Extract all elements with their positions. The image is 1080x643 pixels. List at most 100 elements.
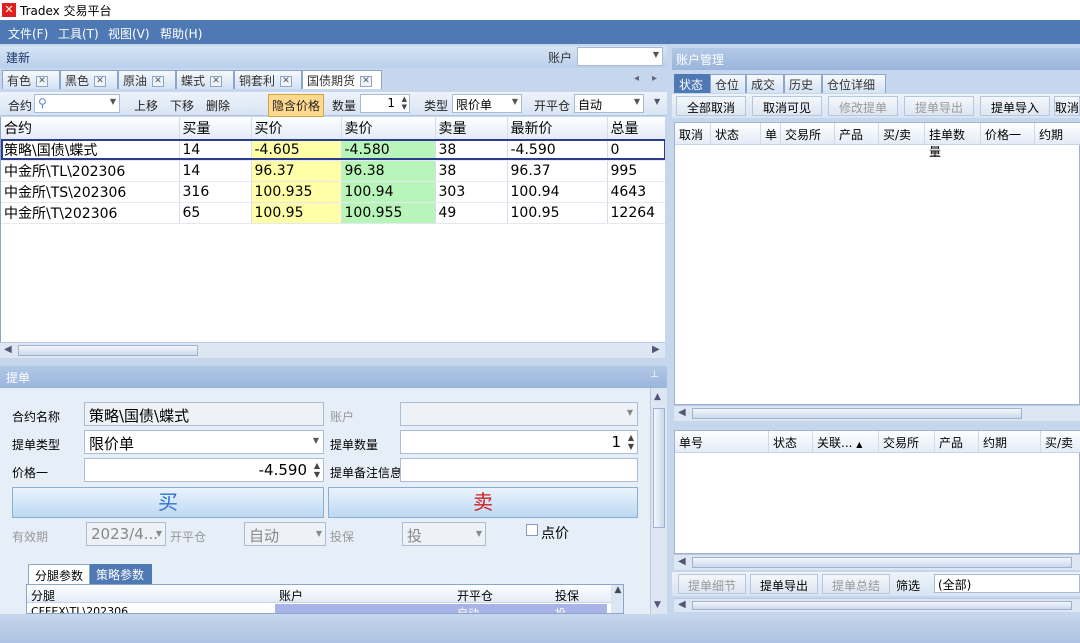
scroll-thumb[interactable] xyxy=(692,557,1072,568)
cell-ask-price[interactable]: -4.580 xyxy=(341,139,436,161)
table-row[interactable]: 中金所\T\202306 65 100.95 100.955 49 100.95… xyxy=(1,202,665,224)
ord-col-product[interactable]: 产品 xyxy=(835,123,879,145)
tab-crude[interactable]: 原油 ✕ xyxy=(118,70,176,89)
table-row[interactable]: CFFEX\TL\202306 自动 投 xyxy=(27,604,607,613)
orders-hscrollbar[interactable]: ◀ xyxy=(674,405,1080,421)
order-oc-select[interactable]: 自动 ▼ xyxy=(244,522,326,546)
scroll-left-icon[interactable]: ◀ xyxy=(678,407,686,418)
table-row[interactable]: 中金所\TS\202306 316 100.935 100.94 303 100… xyxy=(1,181,665,203)
ord-col-order[interactable]: 单 xyxy=(761,123,781,145)
tab-nonferrous[interactable]: 有色 ✕ xyxy=(2,70,60,89)
scroll-thumb[interactable] xyxy=(692,408,1022,419)
move-down-button[interactable]: 下移 xyxy=(170,97,194,114)
quote-grid-hscrollbar[interactable]: ◀ ▶ xyxy=(0,342,665,358)
cell-bid-price[interactable]: 96.37 xyxy=(251,160,342,182)
import-orders-button[interactable]: 提单导入 xyxy=(980,96,1050,116)
validity-select[interactable]: 2023/4... ▼ xyxy=(86,522,166,546)
ord-col-side[interactable]: 买/卖 xyxy=(879,123,925,145)
tab-scroll-right-icon[interactable]: ▸ xyxy=(652,73,657,84)
modify-order-button[interactable]: 修改提单 xyxy=(828,96,898,116)
leg-scroll-up-icon[interactable]: ▲ xyxy=(611,585,623,613)
open-close-select[interactable]: 自动 ▼ xyxy=(574,94,644,113)
ord-col-exchange[interactable]: 交易所 xyxy=(781,123,835,145)
buy-button[interactable]: 买 xyxy=(12,487,324,518)
contract-name-field[interactable]: 策略\国债\蝶式 xyxy=(84,402,324,426)
tab-ferrous[interactable]: 黑色 ✕ xyxy=(60,70,118,89)
scroll-left-icon[interactable]: ◀ xyxy=(678,556,686,567)
order-note-input[interactable] xyxy=(400,458,638,482)
menu-file[interactable]: 文件(F) xyxy=(8,25,48,42)
cancel-all-button[interactable]: 全部取消 xyxy=(676,96,746,116)
col-bid-qty[interactable]: 买量 xyxy=(179,117,252,140)
table-row[interactable]: 中金所\TL\202306 14 96.37 96.38 38 96.37 99… xyxy=(1,160,665,182)
cell-bid-price[interactable]: 100.935 xyxy=(251,181,342,203)
menu-help[interactable]: 帮助(H) xyxy=(160,25,202,42)
col-volume[interactable]: 总量 xyxy=(607,117,665,140)
close-icon[interactable]: ✕ xyxy=(94,76,107,87)
ord-col-working-qty[interactable]: 挂单数量 xyxy=(925,123,981,159)
close-icon[interactable]: ✕ xyxy=(36,76,49,87)
scroll-thumb[interactable] xyxy=(653,408,665,528)
tab-strategy-params[interactable]: 策略参数 xyxy=(90,564,152,584)
tab-scroll-left-icon[interactable]: ◂ xyxy=(634,73,639,84)
ord-col-price1[interactable]: 价格一 xyxy=(981,123,1035,145)
order-qty-stepper[interactable]: 1 ▲ ▼ xyxy=(400,430,638,454)
scroll-up-icon[interactable]: ▲ xyxy=(654,392,661,402)
det-col-status[interactable]: 状态 xyxy=(769,431,813,453)
ord-col-expiry[interactable]: 约期 xyxy=(1035,123,1080,145)
close-icon[interactable]: ✕ xyxy=(360,76,373,87)
contract-search-input[interactable]: ⚲ ▼ xyxy=(34,94,120,113)
cancel-button[interactable]: 取消 xyxy=(1054,96,1080,116)
tab-butterfly[interactable]: 蝶式 ✕ xyxy=(176,70,234,89)
tab-position-detail[interactable]: 仓位详细 xyxy=(822,74,886,93)
det-col-product[interactable]: 产品 xyxy=(935,431,979,453)
detail-hscrollbar[interactable]: ◀ xyxy=(674,554,1080,570)
tab-position[interactable]: 仓位 xyxy=(710,74,746,93)
point-price-checkbox[interactable] xyxy=(526,524,538,536)
price-stepper[interactable]: -4.590 ▲ ▼ xyxy=(84,458,324,482)
scroll-right-icon[interactable]: ▶ xyxy=(652,344,660,355)
stepper-arrows-icon[interactable]: ▲ ▼ xyxy=(628,433,634,451)
sell-button[interactable]: 卖 xyxy=(328,487,638,518)
col-bid-price[interactable]: 买价 xyxy=(251,117,342,140)
qty-stepper[interactable]: 1 ▲ ▼ xyxy=(360,94,410,113)
cell-ask-price[interactable]: 100.94 xyxy=(341,181,436,203)
scroll-left-icon[interactable]: ◀ xyxy=(678,599,686,610)
tab-history[interactable]: 历史 xyxy=(784,74,822,93)
ord-col-status[interactable]: 状态 xyxy=(711,123,761,145)
det-col-exchange[interactable]: 交易所 xyxy=(879,431,935,453)
cancel-visible-button[interactable]: 取消可见 xyxy=(752,96,822,116)
cell-ask-price[interactable]: 96.38 xyxy=(341,160,436,182)
cell-ask-price[interactable]: 100.955 xyxy=(341,202,436,224)
scroll-left-icon[interactable]: ◀ xyxy=(4,344,12,355)
menu-tools[interactable]: 工具(T) xyxy=(58,25,99,42)
toolbar-overflow-icon[interactable]: ▼ xyxy=(654,97,660,106)
close-icon[interactable]: ✕ xyxy=(152,76,165,87)
menu-view[interactable]: 视图(V) xyxy=(108,25,150,42)
scroll-thumb[interactable] xyxy=(692,601,1072,610)
delete-button[interactable]: 删除 xyxy=(206,97,230,114)
stepper-arrows-icon[interactable]: ▲ ▼ xyxy=(314,461,320,479)
ord-col-cancel[interactable]: 取消 xyxy=(675,123,711,145)
col-contract[interactable]: 合约 xyxy=(1,117,180,140)
tab-status[interactable]: 状态 xyxy=(674,74,710,93)
tab-copper-arb[interactable]: 铜套利 ✕ xyxy=(234,70,302,89)
tab-bond-futures[interactable]: 国债期货 ✕ xyxy=(302,70,382,89)
order-account-select[interactable]: ▼ xyxy=(400,402,638,426)
move-up-button[interactable]: 上移 xyxy=(134,97,158,114)
close-icon[interactable]: ✕ xyxy=(210,76,223,87)
det-col-side[interactable]: 买/卖 xyxy=(1041,431,1080,453)
stepper-arrows-icon[interactable]: ▲ ▼ xyxy=(402,95,407,111)
tab-fills[interactable]: 成交 xyxy=(746,74,784,93)
order-type-field[interactable]: 限价单 ▼ xyxy=(84,430,324,454)
det-col-expiry[interactable]: 约期 xyxy=(979,431,1041,453)
cell-bid-price[interactable]: -4.605 xyxy=(251,139,342,161)
tab-leg-params[interactable]: 分腿参数 xyxy=(28,564,90,584)
order-type-select[interactable]: 限价单 ▼ xyxy=(452,94,522,113)
pin-icon[interactable]: ⊥ xyxy=(650,369,659,380)
filter-select[interactable]: (全部) xyxy=(934,574,1080,593)
order-detail-button[interactable]: 提单细节 xyxy=(678,574,746,594)
export-orders-button[interactable]: 提单导出 xyxy=(904,96,974,116)
det-col-linked[interactable]: 关联... ▲ xyxy=(813,431,879,453)
cell-bid-price[interactable]: 100.95 xyxy=(251,202,342,224)
